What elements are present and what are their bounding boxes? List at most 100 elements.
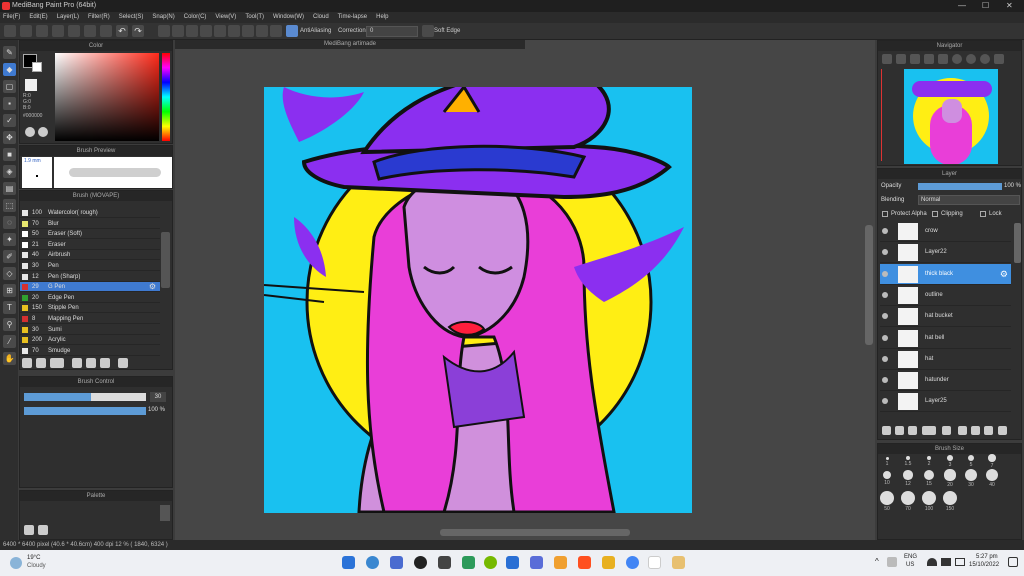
- lang-code[interactable]: ENG: [904, 554, 917, 560]
- brush-item[interactable]: 50 Eraser (Soft): [20, 229, 160, 240]
- clock-time[interactable]: 5:27 pm: [976, 554, 998, 560]
- snap-curve-icon[interactable]: [242, 25, 254, 37]
- palette-scrollbar[interactable]: [160, 505, 170, 521]
- open-file-icon[interactable]: [20, 25, 32, 37]
- brush-size-preset[interactable]: [943, 491, 957, 505]
- region-code[interactable]: US: [906, 562, 914, 568]
- snap-setting-icon[interactable]: [270, 25, 282, 37]
- actual-size-icon[interactable]: [924, 54, 934, 64]
- brush-item[interactable]: 100 Watercolor( rough): [20, 208, 160, 218]
- export-icon[interactable]: [68, 25, 80, 37]
- select-pen-icon[interactable]: ✐: [3, 250, 16, 263]
- menu-view[interactable]: View(V): [215, 12, 236, 23]
- brush-size-slider[interactable]: [24, 393, 146, 401]
- new-layer-icon[interactable]: [882, 426, 891, 435]
- clock-date[interactable]: 15/10/2022: [969, 562, 999, 568]
- clipping-checkbox[interactable]: [932, 211, 938, 217]
- menu-color[interactable]: Color(C): [184, 12, 207, 23]
- bucket-tool-icon[interactable]: ◈: [3, 165, 16, 178]
- brush-item[interactable]: 150 Stipple Pen: [20, 303, 160, 314]
- start-icon[interactable]: [342, 556, 355, 569]
- canvas-hscrollbar[interactable]: [440, 529, 630, 536]
- brush-item[interactable]: 30 Pen: [20, 261, 160, 271]
- text-tool-icon[interactable]: T: [3, 301, 16, 314]
- eraser-tool-icon[interactable]: ◆: [3, 63, 16, 76]
- notification-icon[interactable]: [1008, 557, 1018, 567]
- snap-circle-icon[interactable]: [228, 25, 240, 37]
- canvas-vscrollbar[interactable]: [865, 225, 873, 345]
- eye-icon[interactable]: [882, 355, 888, 362]
- close-button[interactable]: ✕: [1006, 1, 1016, 10]
- menu-layer[interactable]: Layer(L): [57, 12, 79, 23]
- menu-select[interactable]: Select(S): [119, 12, 144, 23]
- color-mode-icon[interactable]: [25, 127, 35, 137]
- lasso-tool-icon[interactable]: ◌: [3, 216, 16, 229]
- snap-parallel-icon[interactable]: [172, 25, 184, 37]
- eye-icon[interactable]: [882, 313, 888, 320]
- wifi-icon[interactable]: [927, 558, 937, 566]
- menu-snap[interactable]: Snap(N): [152, 12, 174, 23]
- brush-delete-icon[interactable]: [118, 358, 128, 368]
- brush-item[interactable]: 29 G Pen ⚙: [20, 282, 160, 293]
- new-halftone-layer-icon[interactable]: [895, 426, 904, 435]
- cloud-save-icon[interactable]: [52, 25, 64, 37]
- brush-size-preset[interactable]: [944, 469, 956, 481]
- snap-off-icon[interactable]: [158, 25, 170, 37]
- brush-size-preset[interactable]: [901, 491, 915, 505]
- maximize-button[interactable]: ☐: [982, 1, 992, 10]
- eye-icon[interactable]: [882, 377, 888, 384]
- brush-item[interactable]: 200 Acrylic: [20, 335, 160, 346]
- tray-chevron-icon[interactable]: ^: [875, 557, 879, 566]
- color-palette-icon[interactable]: [38, 127, 48, 137]
- save-icon[interactable]: [36, 25, 48, 37]
- secondary-color-swatch[interactable]: [32, 62, 42, 72]
- hand-tool-icon[interactable]: ✋: [3, 352, 16, 365]
- brush-item[interactable]: 30 Sumi: [20, 325, 160, 335]
- brush-tool-icon[interactable]: ✎: [3, 46, 16, 59]
- brush-size-preset[interactable]: [906, 456, 910, 460]
- brush-settings-gear-icon[interactable]: ⚙: [149, 282, 156, 292]
- gradient-tool-icon[interactable]: ▤: [3, 182, 16, 195]
- brush-folder-icon[interactable]: [72, 358, 82, 368]
- menu-timelapse[interactable]: Time-lapse: [338, 12, 367, 23]
- brush-menu-icon[interactable]: [50, 358, 64, 368]
- brave-icon[interactable]: [578, 556, 591, 569]
- artwork[interactable]: [264, 87, 692, 513]
- merge-layer-icon[interactable]: [971, 426, 980, 435]
- brush-item[interactable]: 8 Mapping Pen: [20, 314, 160, 324]
- new-8bit-layer-icon[interactable]: [908, 426, 917, 435]
- brush-copy-icon[interactable]: [86, 358, 96, 368]
- menu-tool[interactable]: Tool(T): [245, 12, 264, 23]
- minimize-button[interactable]: —: [958, 1, 968, 10]
- snap-radial-icon[interactable]: [214, 25, 226, 37]
- camera-icon[interactable]: [438, 556, 451, 569]
- magic-wand-icon[interactable]: ✦: [3, 233, 16, 246]
- zoom-in-icon[interactable]: [882, 54, 892, 64]
- zoom-out-icon[interactable]: [896, 54, 906, 64]
- brush-size-preset[interactable]: [880, 491, 894, 505]
- folder-icon[interactable]: [602, 556, 615, 569]
- lock-checkbox[interactable]: [980, 211, 986, 217]
- rotate-left-icon[interactable]: [952, 54, 962, 64]
- menu-file[interactable]: File(F): [3, 12, 20, 23]
- eyedropper-icon[interactable]: ⁄: [3, 335, 16, 348]
- layer-folder-icon[interactable]: [942, 426, 951, 435]
- brush-size-preset[interactable]: [885, 456, 889, 460]
- layer-menu-icon[interactable]: [922, 426, 936, 435]
- weather-icon[interactable]: [10, 557, 22, 569]
- eye-icon[interactable]: [882, 228, 888, 234]
- menu-edit[interactable]: Edit(E): [29, 12, 47, 23]
- layer-settings-icon[interactable]: [984, 426, 993, 435]
- chat-icon[interactable]: [390, 556, 403, 569]
- store-icon[interactable]: [462, 556, 475, 569]
- brush-size-preset[interactable]: [965, 469, 977, 481]
- navigator-option-icon[interactable]: [994, 54, 1004, 64]
- fill-rect-icon[interactable]: ■: [3, 148, 16, 161]
- add-brush-icon[interactable]: [22, 358, 32, 368]
- operation-tool-icon[interactable]: ⚲: [3, 318, 16, 331]
- search-icon[interactable]: [366, 556, 379, 569]
- menu-filter[interactable]: Filter(R): [88, 12, 110, 23]
- eye-icon[interactable]: [882, 334, 888, 341]
- layer-row[interactable]: outline: [880, 285, 1011, 306]
- photos-icon[interactable]: [672, 556, 685, 569]
